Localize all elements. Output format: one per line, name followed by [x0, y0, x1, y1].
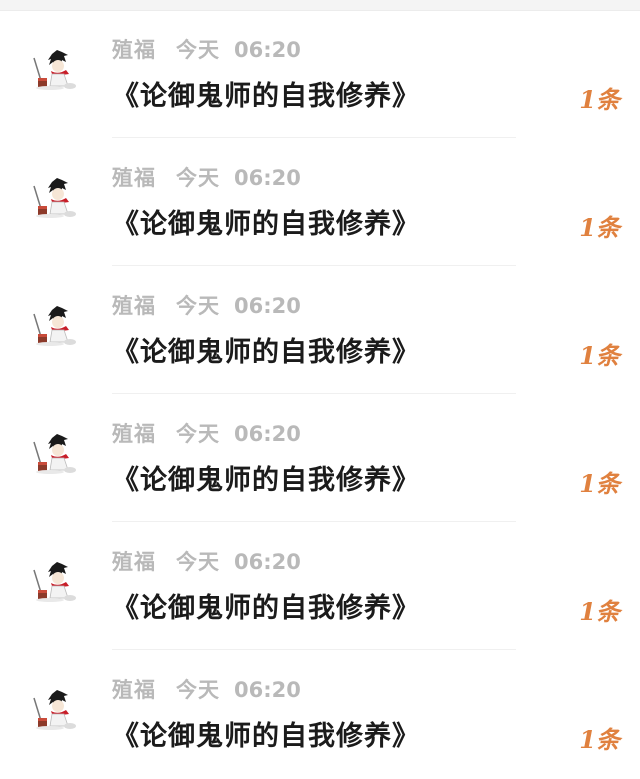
message-meta: 殖福 今天 06:20 [112, 290, 301, 318]
sender-name: 殖福 [112, 678, 156, 702]
anime-boy-avatar-icon[interactable] [24, 552, 88, 616]
message-meta: 殖福 今天 06:20 [112, 546, 301, 574]
sender-name: 殖福 [112, 550, 156, 574]
message-day: 今天 [176, 550, 220, 574]
message-title: 《论御鬼师的自我修养》 [112, 721, 420, 752]
message-row[interactable]: 殖福 今天 06:20 《论御鬼师的自我修养》 1条 [0, 10, 640, 138]
message-day: 今天 [176, 294, 220, 318]
message-meta: 殖福 今天 06:20 [112, 418, 301, 446]
message-row[interactable]: 殖福 今天 06:20 《论御鬼师的自我修养》 1条 [0, 650, 640, 778]
message-list: 殖福 今天 06:20 《论御鬼师的自我修养》 1条 殖福 今天 06:20 《… [0, 10, 640, 778]
message-day: 今天 [176, 166, 220, 190]
message-row[interactable]: 殖福 今天 06:20 《论御鬼师的自我修养》 1条 [0, 138, 640, 266]
message-time: 06:20 [234, 294, 301, 318]
message-count-badge: 1条 [579, 341, 620, 370]
message-time: 06:20 [234, 422, 301, 446]
message-time: 06:20 [234, 38, 301, 62]
anime-boy-avatar-icon[interactable] [24, 680, 88, 744]
message-count-badge: 1条 [579, 213, 620, 242]
anime-boy-avatar-icon[interactable] [24, 168, 88, 232]
anime-boy-avatar-icon[interactable] [24, 40, 88, 104]
anime-boy-avatar-icon[interactable] [24, 296, 88, 360]
message-day: 今天 [176, 678, 220, 702]
anime-boy-avatar-icon[interactable] [24, 424, 88, 488]
message-title: 《论御鬼师的自我修养》 [112, 209, 420, 240]
message-time: 06:20 [234, 678, 301, 702]
sender-name: 殖福 [112, 38, 156, 62]
message-meta: 殖福 今天 06:20 [112, 674, 301, 702]
message-count-badge: 1条 [579, 85, 620, 114]
sender-name: 殖福 [112, 166, 156, 190]
sender-name: 殖福 [112, 422, 156, 446]
message-day: 今天 [176, 38, 220, 62]
message-time: 06:20 [234, 550, 301, 574]
message-row[interactable]: 殖福 今天 06:20 《论御鬼师的自我修养》 1条 [0, 266, 640, 394]
message-meta: 殖福 今天 06:20 [112, 162, 301, 190]
message-row[interactable]: 殖福 今天 06:20 《论御鬼师的自我修养》 1条 [0, 394, 640, 522]
message-time: 06:20 [234, 166, 301, 190]
message-title: 《论御鬼师的自我修养》 [112, 465, 420, 496]
message-title: 《论御鬼师的自我修养》 [112, 81, 420, 112]
message-meta: 殖福 今天 06:20 [112, 34, 301, 62]
message-count-badge: 1条 [579, 469, 620, 498]
message-count-badge: 1条 [579, 597, 620, 626]
message-count-badge: 1条 [579, 725, 620, 754]
message-title: 《论御鬼师的自我修养》 [112, 337, 420, 368]
message-title: 《论御鬼师的自我修养》 [112, 593, 420, 624]
message-day: 今天 [176, 422, 220, 446]
sender-name: 殖福 [112, 294, 156, 318]
message-row[interactable]: 殖福 今天 06:20 《论御鬼师的自我修养》 1条 [0, 522, 640, 650]
